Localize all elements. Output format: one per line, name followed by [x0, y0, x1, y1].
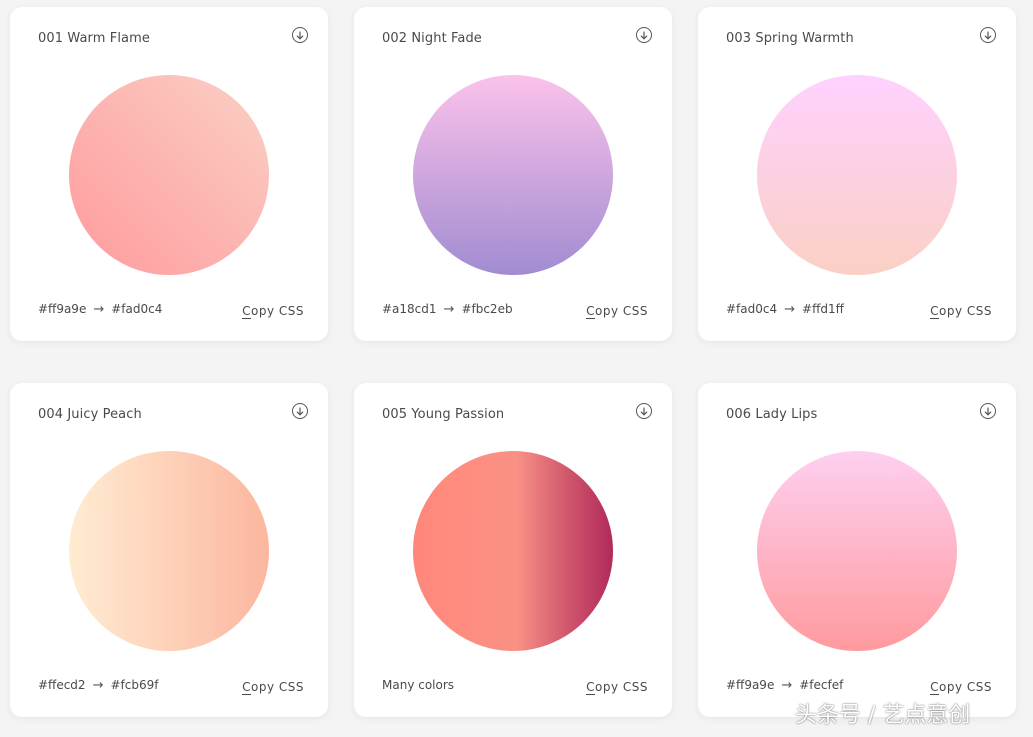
card-title: 006 Lady Lips: [726, 407, 818, 422]
download-icon[interactable]: [636, 403, 652, 419]
color-from: #ffecd2: [38, 678, 86, 692]
download-icon[interactable]: [292, 403, 308, 419]
color-description: Many colors: [382, 678, 455, 692]
color-range: #ffecd2 → #fcb69f: [38, 678, 158, 693]
gradient-swatch: [757, 75, 957, 275]
color-from: #ff9a9e: [38, 302, 87, 316]
download-icon[interactable]: [980, 403, 996, 419]
copy-css-button[interactable]: Copy CSS: [242, 680, 304, 695]
gradient-card: 003 Spring Warmth #fad0c4 → #ffd1ff Copy C…: [698, 7, 1016, 341]
color-to: #fcb69f: [110, 678, 159, 692]
arrow-right-icon: →: [93, 302, 105, 317]
download-icon[interactable]: [980, 27, 996, 43]
gradient-swatch: [69, 451, 269, 651]
copy-css-button[interactable]: Copy CSS: [242, 304, 304, 319]
copy-css-button[interactable]: Copy CSS: [586, 304, 648, 319]
card-title: 005 Young Passion: [382, 407, 505, 422]
color-range: #ff9a9e → #fad0c4: [38, 302, 162, 317]
card-title: 003 Spring Warmth: [726, 31, 854, 46]
gradient-swatch: [413, 451, 613, 651]
color-to: #fbc2eb: [461, 302, 513, 316]
arrow-right-icon: →: [784, 302, 796, 317]
gradient-card: 002 Night Fade #a18cd1 → #fbc2eb Copy CSS: [354, 7, 672, 341]
arrow-right-icon: →: [781, 678, 793, 693]
color-from: #a18cd1: [382, 302, 437, 316]
color-to: #ffd1ff: [802, 302, 844, 316]
gradient-card: 006 Lady Lips #ff9a9e → #fecfef Copy CSS: [698, 383, 1016, 717]
card-title: 002 Night Fade: [382, 31, 482, 46]
color-range: Many colors: [382, 678, 454, 692]
gradient-card: 005 Young Passion Many colors Copy CSS: [354, 383, 672, 717]
color-range: #a18cd1 → #fbc2eb: [382, 302, 513, 317]
copy-css-button[interactable]: Copy CSS: [930, 680, 992, 695]
card-title: 004 Juicy Peach: [38, 407, 142, 422]
color-range: #fad0c4 → #ffd1ff: [726, 302, 844, 317]
copy-css-button[interactable]: Copy CSS: [930, 304, 992, 319]
gradient-swatch: [69, 75, 269, 275]
gradient-swatch: [413, 75, 613, 275]
card-title: 001 Warm Flame: [38, 31, 150, 46]
download-icon[interactable]: [292, 27, 308, 43]
gradient-card: 001 Warm Flame #ff9a9e → #fad0c4 Copy CSS: [10, 7, 328, 341]
color-to: #fecfef: [799, 678, 844, 692]
color-range: #ff9a9e → #fecfef: [726, 678, 843, 693]
download-icon[interactable]: [636, 27, 652, 43]
gradient-card: 004 Juicy Peach #ffecd2 → #fcb69f Copy CSS: [10, 383, 328, 717]
gradient-swatch: [757, 451, 957, 651]
copy-css-button[interactable]: Copy CSS: [586, 680, 648, 695]
color-from: #ff9a9e: [726, 678, 775, 692]
color-to: #fad0c4: [111, 302, 163, 316]
watermark-text: 头条号 / 艺点意创: [795, 703, 971, 728]
arrow-right-icon: →: [443, 302, 455, 317]
arrow-right-icon: →: [92, 678, 104, 693]
color-from: #fad0c4: [726, 302, 778, 316]
